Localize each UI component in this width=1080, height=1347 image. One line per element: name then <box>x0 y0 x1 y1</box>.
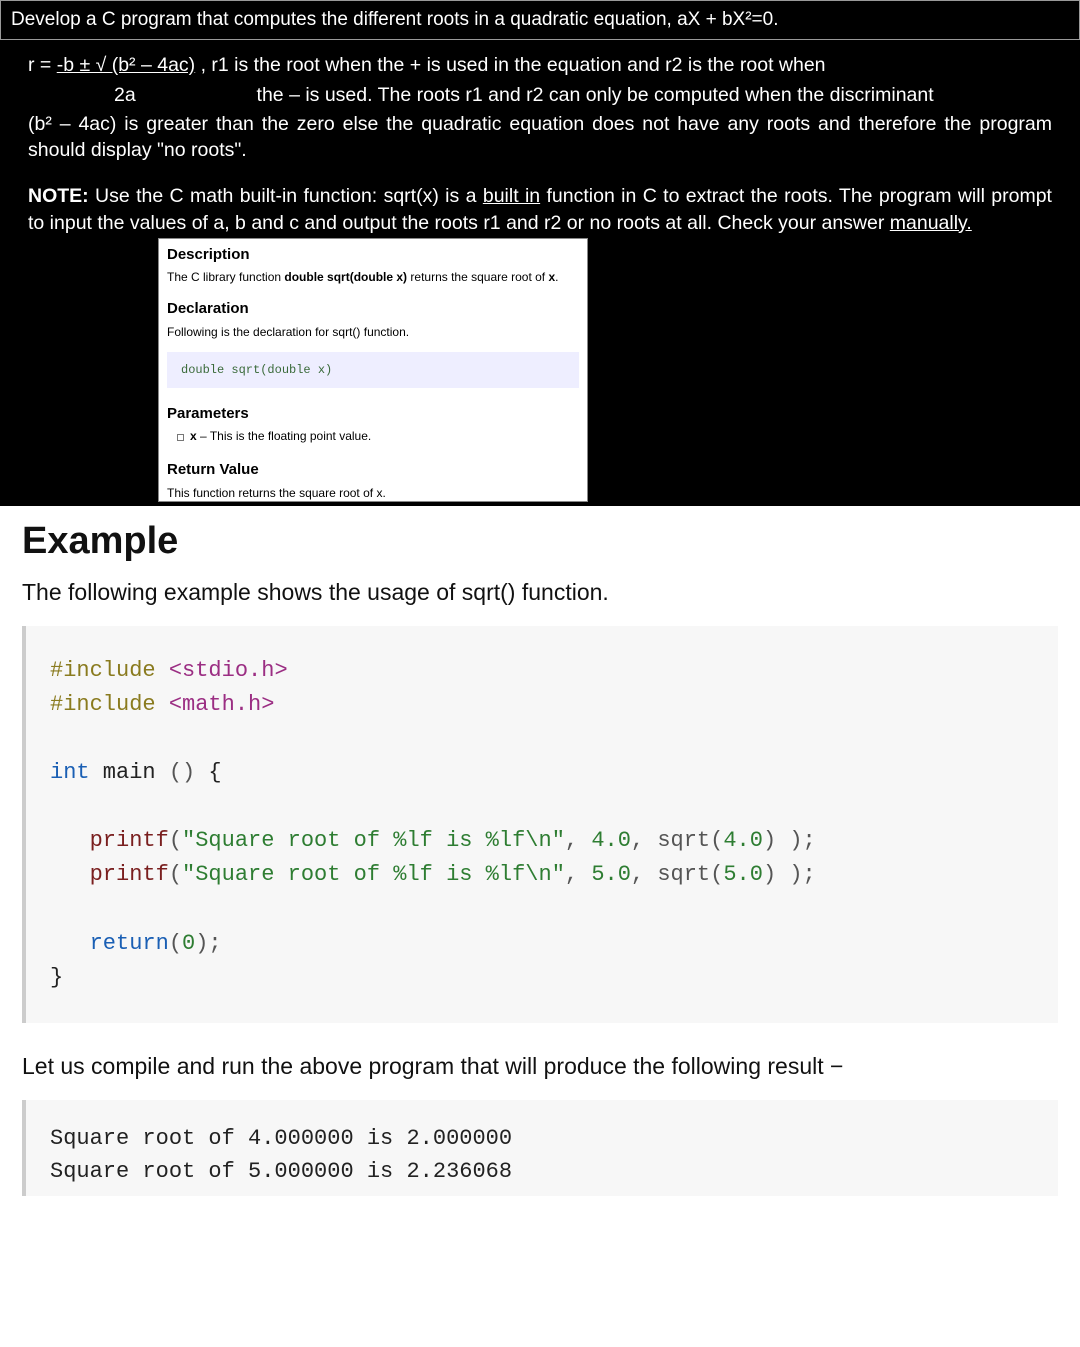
output-line-2: Square root of 5.000000 is 2.236068 <box>50 1159 512 1184</box>
code-l7-num1: 5.0 <box>591 862 631 887</box>
code-l7-comma1: , <box>565 862 591 887</box>
example-heading: Example <box>22 520 1058 563</box>
code-l4-parens: () <box>169 760 195 785</box>
discriminant-paragraph: (b² – 4ac) is greater than the zero else… <box>28 111 1052 164</box>
code-l9-open: ( <box>169 931 182 956</box>
code-l7-close: ) ); <box>763 862 816 887</box>
formula-line2-text: the – is used. The roots r1 and r2 can o… <box>257 84 934 106</box>
doc-desc-signature: double sqrt(double x) <box>284 270 407 284</box>
formula-numerator: -b ± √ (b² – 4ac) <box>57 54 195 76</box>
bullet-icon <box>177 434 184 441</box>
code-l7-sqrt: , sqrt( <box>631 862 723 887</box>
doc-return-heading: Return Value <box>159 454 587 482</box>
code-l6-num2: 4.0 <box>723 828 763 853</box>
doc-declaration-code: double sqrt(double x) <box>167 352 579 388</box>
sqrt-doc-box: Description The C library function doubl… <box>158 238 588 502</box>
code-l4-main: main <box>90 760 169 785</box>
output-block: Square root of 4.000000 is 2.000000 Squa… <box>22 1100 1058 1196</box>
example-section: Example The following example shows the … <box>0 506 1080 1206</box>
doc-desc-dot: . <box>555 270 558 284</box>
note-label: NOTE: <box>28 185 89 207</box>
formula-line-2: 2a the – is used. The roots r1 and r2 ca… <box>28 82 1052 108</box>
formula-line-1: r = -b ± √ (b² – 4ac) , r1 is the root w… <box>28 52 1052 78</box>
problem-title: Develop a C program that computes the di… <box>0 0 1080 40</box>
doc-parameter-item: x – This is the floating point value. <box>159 426 587 454</box>
code-l7-num2: 5.0 <box>723 862 763 887</box>
code-l6-sqrt: , sqrt( <box>631 828 723 853</box>
code-l2-include: #include <box>50 692 156 717</box>
example-intro: The following example shows the usage of… <box>22 579 1058 606</box>
doc-param-x: x <box>190 429 197 443</box>
code-l6-string: "Square root of %lf is %lf\n" <box>182 828 565 853</box>
code-l4-brace: { <box>195 760 221 785</box>
problem-body: r = -b ± √ (b² – 4ac) , r1 is the root w… <box>0 40 1080 506</box>
doc-declaration-heading: Declaration <box>159 293 587 321</box>
code-l6-num1: 4.0 <box>591 828 631 853</box>
note-builtin: built in <box>483 185 540 207</box>
code-l9-zero: 0 <box>182 931 195 956</box>
code-l6-close: ) ); <box>763 828 816 853</box>
doc-description-heading: Description <box>159 239 587 267</box>
code-l6-open: ( <box>169 828 182 853</box>
formula-lhs: r = <box>28 54 57 76</box>
doc-desc-pre: The C library function <box>167 270 284 284</box>
code-l9-close: ); <box>195 931 221 956</box>
output-line-1: Square root of 4.000000 is 2.000000 <box>50 1126 512 1151</box>
formula-denominator: 2a <box>114 84 136 106</box>
example-code-block: #include <stdio.h> #include <math.h> int… <box>22 626 1058 1023</box>
doc-desc-post: returns the square root of <box>407 270 548 284</box>
code-l6-comma1: , <box>565 828 591 853</box>
formula-line1-text: , r1 is the root when the + is used in t… <box>195 54 825 76</box>
code-l7-printf: printf <box>50 862 169 887</box>
problem-statement: Develop a C program that computes the di… <box>0 0 1080 506</box>
code-l6-printf: printf <box>50 828 169 853</box>
doc-return-text: This function returns the square root of… <box>159 483 587 501</box>
code-l7-string: "Square root of %lf is %lf\n" <box>182 862 565 887</box>
doc-param-text: – This is the floating point value. <box>197 429 372 443</box>
note-text-1: Use the C math built-in function: sqrt(x… <box>89 185 483 207</box>
code-l7-open: ( <box>169 862 182 887</box>
doc-declaration-text: Following is the declaration for sqrt() … <box>159 322 587 348</box>
doc-description-text: The C library function double sqrt(doubl… <box>159 267 587 293</box>
note-manually: manually. <box>890 210 972 236</box>
note-paragraph: NOTE: Use the C math built-in function: … <box>28 183 1052 236</box>
result-intro: Let us compile and run the above program… <box>22 1053 1058 1080</box>
code-l1-include: #include <box>50 658 156 683</box>
doc-parameters-heading: Parameters <box>159 398 587 426</box>
code-l1-header: <stdio.h> <box>156 658 288 683</box>
code-l2-header: <math.h> <box>156 692 275 717</box>
code-l10-brace: } <box>50 965 63 990</box>
code-l4-int: int <box>50 760 90 785</box>
code-l9-return: return <box>50 931 169 956</box>
